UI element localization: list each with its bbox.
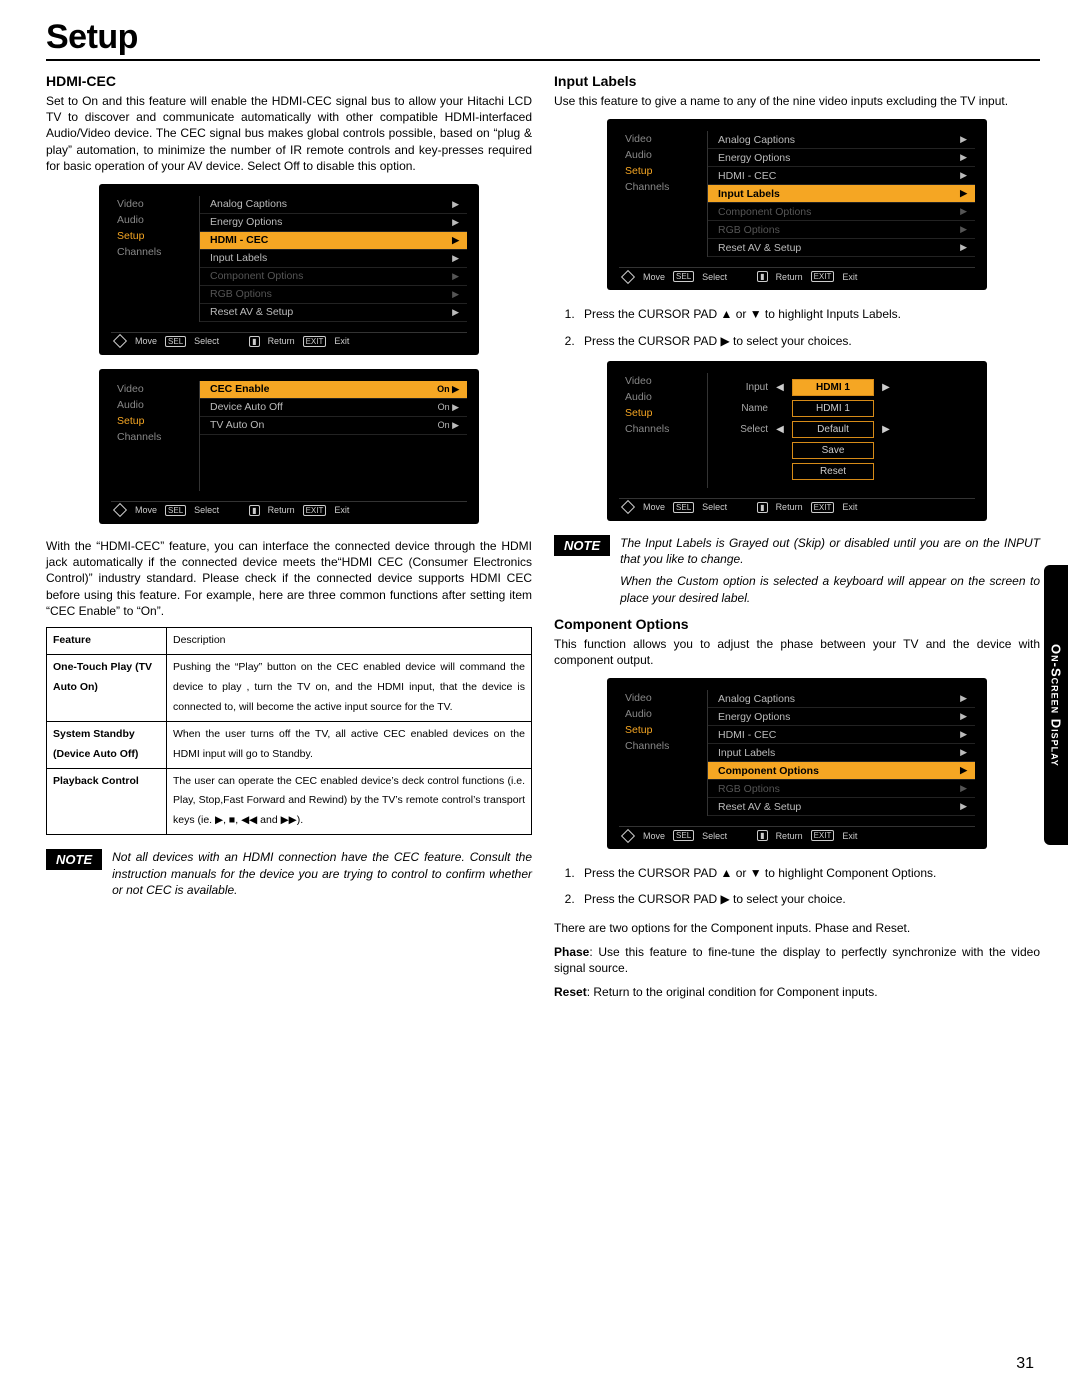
osd-item[interactable]: RGB Options▶ [708, 780, 975, 798]
cec-feature-table: FeatureDescription One-Touch Play (TV Au… [46, 627, 532, 835]
osd-item[interactable]: RGB Options▶ [708, 221, 975, 239]
osd-item[interactable]: Component Options▶ [708, 762, 975, 780]
osd-comp-menu: Video Audio Setup Channels Analog Captio… [607, 678, 987, 849]
osd-item[interactable]: HDMI - CEC▶ [708, 167, 975, 185]
osd-item[interactable]: HDMI - CEC▶ [200, 232, 467, 250]
osd-cat-video[interactable]: Video [111, 196, 199, 212]
osd-input-detail: Video Audio Setup Channels Input◀HDMI 1▶… [607, 361, 987, 521]
osd-item[interactable]: Component Options▶ [200, 268, 467, 286]
input-heading: Input Labels [554, 73, 1040, 89]
osd-detail-row[interactable]: Reset [718, 463, 967, 480]
osd-item[interactable]: Reset AV & Setup▶ [200, 304, 467, 322]
osd-cec-submenu: Video Audio Setup Channels CEC EnableOn … [99, 369, 479, 524]
osd-item[interactable]: Energy Options▶ [200, 214, 467, 232]
osd-item[interactable]: Reset AV & Setup▶ [708, 798, 975, 816]
osd-cat-audio[interactable]: Audio [111, 212, 199, 228]
input-steps: Press the CURSOR PAD ▲ or ▼ to highlight… [578, 304, 1040, 351]
osd-item[interactable]: Energy Options▶ [708, 149, 975, 167]
osd-item[interactable]: HDMI - CEC▶ [708, 726, 975, 744]
dpad-icon [113, 503, 127, 517]
comp-para1: This function allows you to adjust the p… [554, 636, 1040, 668]
osd-navbar: Move SELSelect ▮Return EXITExit [111, 332, 467, 347]
osd-item[interactable]: Input Labels▶ [708, 185, 975, 203]
comp-reset: Reset: Return to the original condition … [554, 984, 1040, 1000]
page-number: 31 [1016, 1355, 1034, 1373]
input-para: Use this feature to give a name to any o… [554, 93, 1040, 109]
section-tab: On-Screen Display [1044, 565, 1068, 845]
osd-cat-channels[interactable]: Channels [111, 244, 199, 260]
input-note: NOTE The Input Labels is Grayed out (Ski… [554, 535, 1040, 606]
osd-detail-row[interactable]: Input◀HDMI 1▶ [718, 379, 967, 396]
page-title: Setup [46, 18, 1040, 57]
osd-detail-row[interactable]: NameHDMI 1 [718, 400, 967, 417]
osd-item[interactable]: Energy Options▶ [708, 708, 975, 726]
dpad-icon [113, 334, 127, 348]
osd-item[interactable]: RGB Options▶ [200, 286, 467, 304]
osd-hdmi-menu: Video Audio Setup Channels Analog Captio… [99, 184, 479, 355]
comp-phase: Phase: Use this feature to fine-tune the… [554, 944, 1040, 976]
osd-navbar: Move SELSelect ▮Return EXITExit [111, 501, 467, 516]
osd-detail-row[interactable]: Save [718, 442, 967, 459]
comp-steps: Press the CURSOR PAD ▲ or ▼ to highlight… [578, 863, 1040, 910]
osd-item[interactable]: Input Labels▶ [708, 744, 975, 762]
hdmi-para1: Set to On and this feature will enable t… [46, 93, 532, 174]
osd-item[interactable]: Analog Captions▶ [708, 131, 975, 149]
osd-cat-setup[interactable]: Setup [111, 228, 199, 244]
osd-item[interactable]: Reset AV & Setup▶ [708, 239, 975, 257]
osd-item[interactable]: CEC EnableOn ▶ [200, 381, 467, 399]
hdmi-note: NOTE Not all devices with an HDMI connec… [46, 849, 532, 898]
hdmi-para2: With the “HDMI-CEC” feature, you can int… [46, 538, 532, 619]
hdmi-heading: HDMI-CEC [46, 73, 532, 89]
osd-item[interactable]: TV Auto OnOn ▶ [200, 417, 467, 435]
title-rule [46, 59, 1040, 61]
osd-item[interactable]: Analog Captions▶ [708, 690, 975, 708]
osd-detail-row[interactable]: Select◀Default▶ [718, 421, 967, 438]
osd-item[interactable]: Analog Captions▶ [200, 196, 467, 214]
osd-item[interactable]: Input Labels▶ [200, 250, 467, 268]
comp-para2: There are two options for the Component … [554, 920, 1040, 936]
osd-item[interactable]: Component Options▶ [708, 203, 975, 221]
comp-heading: Component Options [554, 616, 1040, 632]
osd-item[interactable]: Device Auto OffOn ▶ [200, 399, 467, 417]
osd-input-menu: Video Audio Setup Channels Analog Captio… [607, 119, 987, 290]
